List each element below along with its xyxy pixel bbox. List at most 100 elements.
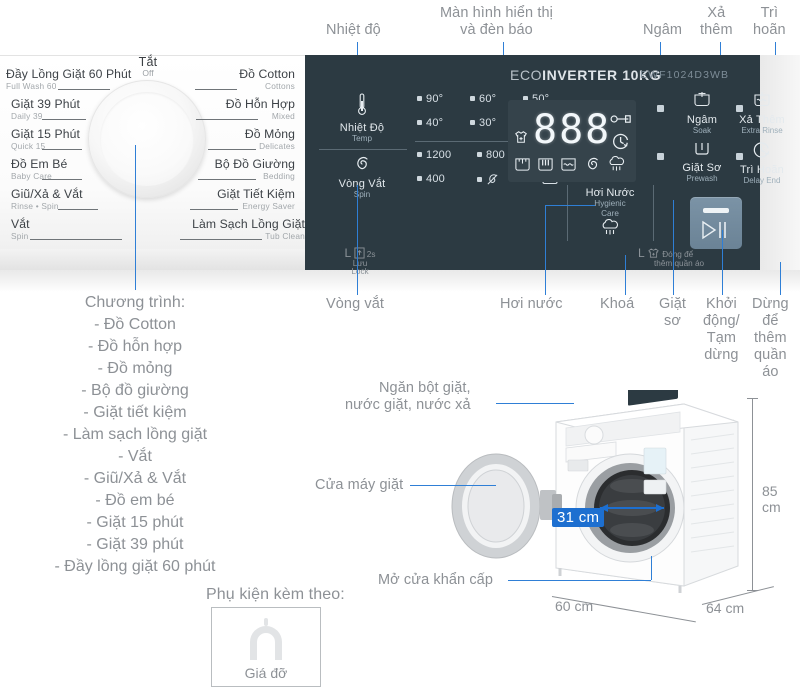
program-list: Chương trình: - Đồ Cotton - Đồ hỗn hợp -… — [25, 292, 245, 578]
program-lead-line — [198, 179, 256, 181]
callout-door: Cửa máy giặt — [315, 477, 404, 493]
program-baby-care[interactable]: Đồ Em Bé Baby Care — [11, 157, 67, 181]
accessory-title: Phụ kiện kèm theo: — [206, 586, 345, 603]
led-digits: 888 — [533, 107, 612, 153]
program-mixed[interactable]: Đồ Hỗn Hợp Mixed — [185, 97, 295, 121]
brand-text: ECOINVERTER 10KG — [510, 67, 661, 83]
delay-end-label-vn: Trì Hoãn — [740, 164, 784, 176]
extra-rinse-button[interactable]: Xả Thêm Extra Rinse — [730, 91, 794, 135]
callout-dung-de-them: Dừng để thêm quần áo — [752, 296, 789, 380]
temp-spin-divider — [319, 149, 407, 150]
lock-icon — [353, 247, 365, 259]
spin-selector[interactable]: Vòng Vắt Spin — [323, 155, 401, 199]
brand-eco: ECO — [510, 67, 543, 83]
soak-label-vn: Ngâm — [686, 114, 718, 126]
program-list-item: - Bộ đồ giường — [81, 382, 189, 399]
extra-rinse-label-vn: Xả Thêm — [739, 114, 785, 126]
program-label-en: Spin — [11, 231, 29, 241]
program-list-item: - Đồ hỗn hợp — [87, 338, 183, 355]
callout-hoi-nuoc: Hơi nước — [500, 296, 563, 312]
temp-label-vn: Nhiệt Độ — [339, 122, 385, 134]
soak-label-en: Soak — [692, 126, 712, 135]
add-clothes-prefix: L — [638, 246, 645, 260]
program-full-wash-60[interactable]: Đầy Lồng Giặt 60 Phút Full Wash 60 — [6, 67, 131, 91]
program-energy-saver[interactable]: Giặt Tiết Kiệm Energy Saver — [185, 187, 295, 211]
start-button-bar — [703, 208, 729, 213]
add-clothes-icon — [515, 131, 527, 143]
key-lock-icon — [610, 115, 631, 123]
spin-option-label: 1200 — [426, 148, 452, 161]
delay-end-button[interactable]: Trì Hoãn Delay End — [730, 141, 794, 185]
steam-label-vn: Hơi Nước — [585, 187, 635, 199]
height-dim-text: 85 cm — [762, 483, 781, 515]
program-lead-line — [42, 149, 82, 151]
temp-label-en: Temp — [351, 134, 373, 143]
program-label-vn: Đầy Lồng Giặt 60 Phút — [6, 67, 132, 81]
leader-hoi-nuoc-h — [545, 205, 595, 206]
program-label-vn: Giặt Tiết Kiệm — [217, 187, 295, 201]
program-quick-15[interactable]: Giặt 15 Phút Quick 15 — [11, 127, 80, 151]
program-daily-39[interactable]: Giặt 39 Phút Daily 39 — [11, 97, 80, 121]
soak-icon — [694, 92, 710, 107]
thermometer-icon — [358, 93, 366, 115]
temp-option-40[interactable]: 40° — [417, 117, 443, 129]
steam-divider-left — [567, 185, 568, 241]
soak-button[interactable]: Ngâm Soak — [670, 91, 734, 135]
leader-khoi-dong — [722, 230, 723, 295]
temp-option-label: 30° — [479, 116, 497, 129]
drum-size-badge: 31 cm — [552, 508, 605, 527]
program-label-vn: Giặt 39 Phút — [11, 97, 80, 111]
program-lead-line — [58, 209, 98, 211]
program-spin[interactable]: Vắt Spin — [11, 217, 30, 241]
spin-option-800[interactable]: 800 — [477, 149, 505, 161]
led-dot — [477, 177, 482, 182]
play-pause-icon — [702, 220, 726, 240]
program-tub-clean[interactable]: Làm Sạch Lồng Giặt Tub Clean — [185, 217, 305, 241]
callout-emergency: Mở cửa khẩn cấp — [378, 572, 494, 588]
program-dial-inner[interactable] — [100, 92, 194, 186]
steam-divider-right — [653, 185, 654, 241]
prewash-button[interactable]: Giặt Sơ Prewash — [670, 141, 734, 183]
prewash-icon — [695, 143, 709, 155]
temperature-selector[interactable]: Nhiệt Độ Temp — [323, 93, 401, 143]
steam-cloud-icon — [602, 218, 618, 235]
program-label-vn: Đồ Cotton — [239, 67, 295, 81]
callout-ngam: Ngâm — [643, 22, 683, 38]
program-label-vn: Làm Sạch Lồng Giặt — [192, 217, 305, 231]
temp-option-60[interactable]: 60° — [470, 93, 496, 105]
add-clothes-vn-1: Đóng để — [662, 250, 694, 259]
program-lead-line — [42, 179, 82, 181]
model-number: EWF1024D3WB — [640, 69, 730, 81]
temp-option-label: 40° — [426, 116, 444, 129]
program-bedding[interactable]: Bộ Đồ Giường Bedding — [185, 157, 295, 181]
callout-vong-vat: Vòng vắt — [326, 296, 385, 312]
callout-khoa: Khoá — [600, 296, 635, 312]
add-clothes-vn-2: thêm quần áo — [654, 258, 705, 268]
spin-option-label: 400 — [426, 172, 445, 185]
program-list-item: - Giặt tiết kiệm — [83, 404, 187, 421]
steam-button[interactable]: Hơi Nước Hygienic Care — [570, 187, 650, 242]
program-list-title: Chương trình: — [84, 294, 186, 311]
spin-option-400[interactable]: 400 — [417, 173, 445, 185]
spin-option-no-spin[interactable] — [477, 173, 499, 188]
steam-label-en-2: Care — [601, 208, 619, 218]
led-dot — [417, 151, 422, 157]
program-rinse-spin[interactable]: Giũ/Xả & Vắt Rinse • Spin — [11, 187, 83, 211]
program-cottons[interactable]: Đồ Cotton Cottons — [185, 67, 295, 91]
prewash-label-vn: Giặt Sơ — [682, 162, 722, 174]
temp-option-30[interactable]: 30° — [470, 117, 496, 129]
callout-detergent: Ngăn bột giặt, nước giặt, nước xả — [345, 380, 471, 413]
start-pause-button[interactable] — [690, 197, 742, 249]
temp-option-label: 60° — [479, 92, 497, 105]
program-lead-line — [208, 149, 256, 151]
callout-nhiet-do: Nhiệt độ — [326, 22, 381, 38]
delay-clock-icon — [613, 133, 629, 150]
temp-option-90[interactable]: 90° — [417, 93, 443, 105]
spin-option-1200[interactable]: 1200 — [417, 149, 451, 161]
add-clothes-mark: L Đóng để thêm quần áo — [638, 247, 788, 268]
lock-mark-en: Lock — [351, 267, 369, 277]
program-delicates[interactable]: Đồ Mỏng Delicates — [185, 127, 295, 151]
extra-rinse-icon — [754, 92, 770, 107]
program-list-item: - Giặt 15 phút — [86, 514, 184, 531]
program-list-item: - Giũ/Xả & Vắt — [83, 470, 187, 487]
